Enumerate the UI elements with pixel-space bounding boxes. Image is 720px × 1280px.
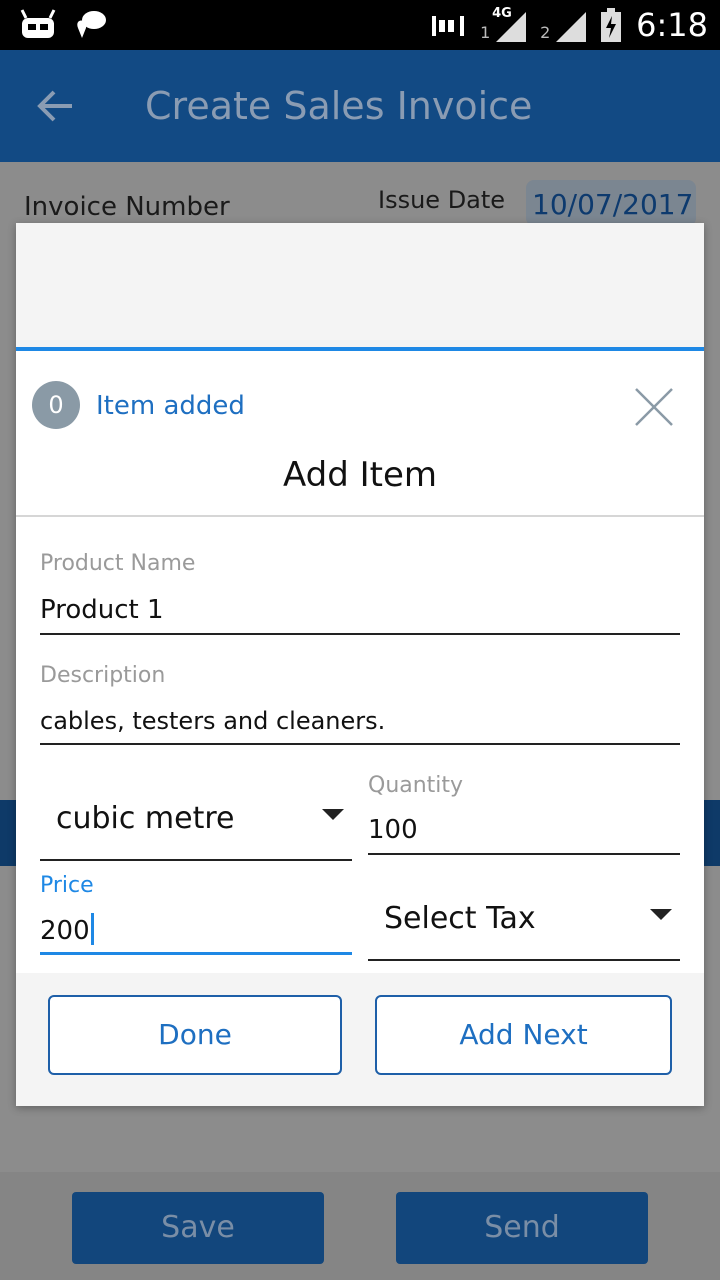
product-name-input[interactable]: Product 1 bbox=[40, 595, 680, 635]
sim1-signal: 1 4G bbox=[480, 6, 527, 42]
sim1-label: 1 bbox=[480, 23, 491, 42]
tax-select-value: Select Tax bbox=[384, 901, 536, 936]
status-bar: 1 4G 2 6:18 bbox=[0, 0, 720, 50]
dropdown-arrow-icon bbox=[322, 809, 344, 820]
sim2-signal: 2 bbox=[540, 8, 587, 42]
dialog-header: 0 Item added Add Item bbox=[16, 351, 704, 517]
signal-icon bbox=[556, 12, 587, 42]
page-title: Create Sales Invoice bbox=[145, 84, 533, 128]
description-label: Description bbox=[40, 663, 166, 688]
quantity-label: Quantity bbox=[368, 773, 464, 798]
quantity-input[interactable]: 100 bbox=[368, 815, 680, 855]
app-bar: Create Sales Invoice bbox=[0, 50, 720, 162]
price-label: Price bbox=[40, 873, 94, 898]
price-input-value: 200 bbox=[40, 916, 90, 946]
unit-select[interactable]: cubic metre bbox=[40, 787, 352, 861]
invoice-number-label: Invoice Number bbox=[24, 192, 230, 222]
signal-bars-icon bbox=[432, 16, 465, 36]
tax-select[interactable]: Select Tax bbox=[368, 887, 680, 961]
price-input[interactable]: 200 bbox=[40, 913, 352, 955]
android-bot-icon bbox=[20, 9, 56, 38]
items-added-text: Item added bbox=[96, 391, 245, 421]
dropdown-arrow-icon bbox=[650, 909, 672, 920]
dialog-actions: Done Add Next bbox=[16, 977, 704, 1106]
battery-charging-icon bbox=[601, 8, 622, 42]
unit-select-value: cubic metre bbox=[56, 801, 235, 836]
add-item-dialog: 0 Item added Add Item Product Name Produ… bbox=[16, 223, 704, 1106]
dialog-title: Add Item bbox=[282, 455, 438, 495]
back-arrow-icon[interactable] bbox=[36, 86, 76, 126]
text-cursor bbox=[90, 913, 94, 945]
done-button[interactable]: Done bbox=[48, 995, 342, 1075]
issue-date-field[interactable]: 10/07/2017 bbox=[526, 180, 696, 226]
notification-icons bbox=[18, 8, 108, 40]
add-next-button[interactable]: Add Next bbox=[375, 995, 672, 1075]
product-name-label: Product Name bbox=[40, 551, 196, 576]
close-icon[interactable] bbox=[632, 385, 676, 429]
dialog-top-area bbox=[16, 223, 704, 351]
save-button[interactable]: Save bbox=[72, 1192, 324, 1264]
chat-icon bbox=[77, 11, 106, 38]
signal-icon bbox=[496, 12, 527, 42]
description-input[interactable]: cables, testers and cleaners. bbox=[40, 707, 680, 745]
send-button[interactable]: Send bbox=[396, 1192, 648, 1264]
add-item-form: Product Name Product 1 Description cable… bbox=[16, 517, 704, 973]
sim2-label: 2 bbox=[540, 23, 551, 42]
issue-date-label: Issue Date bbox=[378, 186, 506, 214]
status-time: 6:18 bbox=[636, 6, 708, 44]
items-added-count-badge: 0 bbox=[32, 381, 80, 429]
